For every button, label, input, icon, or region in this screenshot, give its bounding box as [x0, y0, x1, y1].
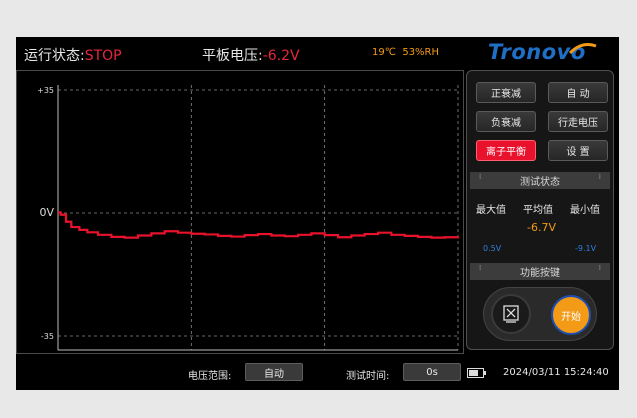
grip-dots-icon: ⁞	[598, 264, 601, 272]
plate-voltage-value: -6.2V	[262, 48, 300, 64]
walk-voltage-button[interactable]: 行走电压	[548, 111, 608, 132]
logo-swoosh-icon	[568, 43, 597, 55]
y-tick-label: 0V	[39, 206, 54, 219]
test-status-bar: ⁞ 测试状态 ⁞	[470, 172, 610, 189]
voltage-range-label: 电压范围:	[188, 371, 232, 382]
max-label: 最大值	[476, 205, 506, 216]
test-time-field[interactable]: 0s	[403, 363, 461, 381]
start-button[interactable]: 开始	[551, 295, 591, 335]
y-tick-label: -35	[41, 332, 54, 341]
grip-dots-icon: ⁞	[479, 173, 482, 181]
chart-canvas: +350V-350s5s10s15s	[37, 85, 460, 351]
clear-x-icon	[503, 305, 519, 323]
temperature: 19℃	[372, 47, 396, 58]
min-label: 最小值	[570, 205, 600, 216]
positive-decay-button[interactable]: 正衰减	[476, 82, 536, 103]
negative-decay-button[interactable]: 负衰减	[476, 111, 536, 132]
series-line	[58, 211, 460, 239]
plate-voltage: 平板电压:-6.2V	[202, 45, 300, 65]
chart-grid	[57, 85, 459, 351]
avg-value: -6.7V	[527, 221, 556, 234]
grip-dots-icon: ⁞	[479, 264, 482, 272]
humidity: 53%RH	[402, 47, 440, 58]
chart-ticks: +350V-350s5s10s15s	[37, 86, 54, 341]
datetime: 2024/03/11 15:24:40	[503, 367, 609, 378]
test-time-label: 测试时间:	[346, 371, 390, 382]
battery-icon	[467, 368, 486, 378]
function-keys-bar: ⁞ 功能按键 ⁞	[470, 263, 610, 280]
run-status: 运行状态:STOP	[24, 45, 122, 65]
clear-button[interactable]	[491, 294, 531, 334]
max-value: 0.5V	[483, 244, 502, 253]
control-panel: 正衰减 自 动 负衰减 行走电压 离子平衡 设 置 ⁞ 测试状态 ⁞ 最大值 平…	[466, 70, 614, 350]
device-screen: 运行状态:STOP 平板电压:-6.2V 19℃ 53%RH Tronovo +…	[16, 37, 619, 390]
min-value: -9.1V	[575, 244, 597, 253]
settings-button[interactable]: 设 置	[548, 140, 608, 161]
environment-readout: 19℃ 53%RH	[372, 47, 439, 58]
run-status-value: STOP	[84, 48, 122, 64]
function-keys-title: 功能按键	[520, 268, 560, 279]
chart-series	[58, 211, 460, 239]
ion-balance-button[interactable]: 离子平衡	[476, 140, 536, 161]
plate-voltage-label: 平板电压:	[202, 48, 263, 64]
test-status-title: 测试状态	[520, 177, 560, 188]
run-status-label: 运行状态:	[24, 48, 85, 64]
voltage-range-select[interactable]: 自动	[245, 363, 303, 381]
brand-logo: Tronovo	[488, 40, 597, 64]
grip-dots-icon: ⁞	[598, 173, 601, 181]
y-tick-label: +35	[37, 86, 54, 95]
auto-button[interactable]: 自 动	[548, 82, 608, 103]
voltage-chart: +350V-350s5s10s15s	[16, 70, 464, 354]
avg-label: 平均值	[523, 205, 553, 216]
